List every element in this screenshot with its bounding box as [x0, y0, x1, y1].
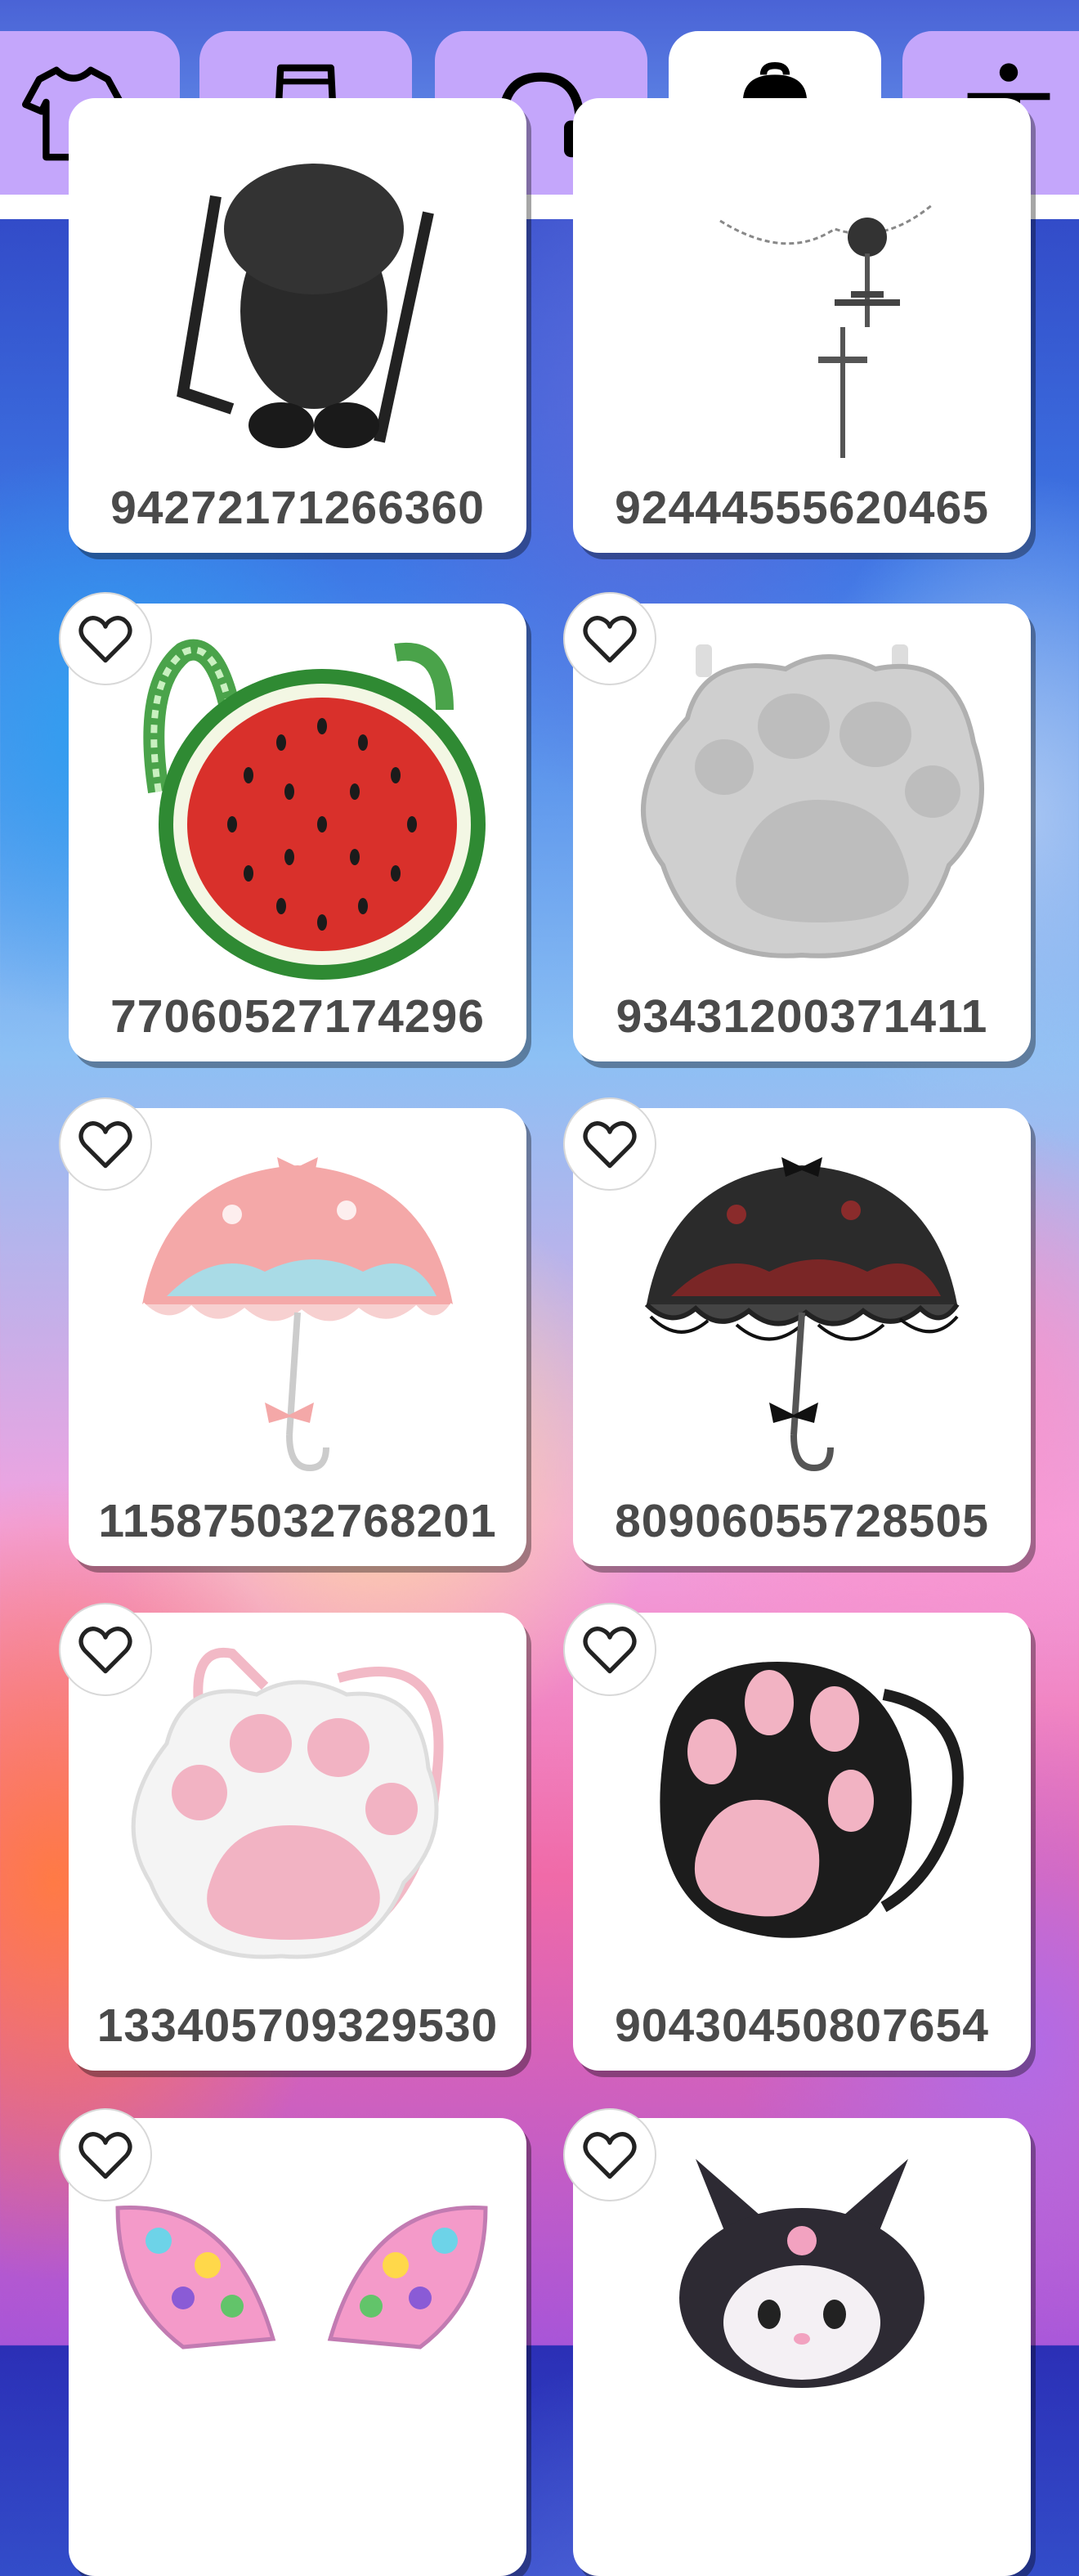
heart-icon [78, 616, 132, 663]
heart-icon [583, 1627, 637, 1674]
item-card[interactable]: 94272171266360 [69, 98, 526, 553]
item-code: 94272171266360 [110, 482, 485, 534]
favorite-heart-button[interactable] [59, 1603, 152, 1696]
black-creature-backpack-image [177, 164, 434, 448]
favorite-heart-button[interactable] [59, 2108, 152, 2201]
item-code: 93431200371411 [616, 990, 988, 1043]
favorite-heart-button[interactable] [563, 1603, 656, 1696]
item-code: 80906055728505 [615, 1495, 989, 1547]
item-code: 92444555620465 [615, 482, 989, 534]
gothic-cross-chain-image [719, 203, 933, 458]
favorite-heart-button[interactable] [59, 1097, 152, 1191]
heart-icon [78, 1121, 132, 1169]
heart-icon [583, 2132, 637, 2179]
favorite-heart-button[interactable] [59, 592, 152, 685]
heart-icon [78, 2132, 132, 2179]
item-code: 77060527174296 [110, 990, 485, 1043]
favorite-heart-button[interactable] [563, 592, 656, 685]
item-code: 133405709329530 [96, 1999, 499, 2052]
heart-icon [583, 616, 637, 663]
heart-icon [583, 1121, 637, 1169]
item-code: 115875032768201 [98, 1495, 497, 1547]
favorite-heart-button[interactable] [563, 2108, 656, 2201]
favorite-heart-button[interactable] [563, 1097, 656, 1191]
heart-icon [78, 1627, 132, 1674]
item-card[interactable]: 92444555620465 [573, 98, 1031, 553]
item-code: 90430450807654 [615, 1999, 989, 2052]
